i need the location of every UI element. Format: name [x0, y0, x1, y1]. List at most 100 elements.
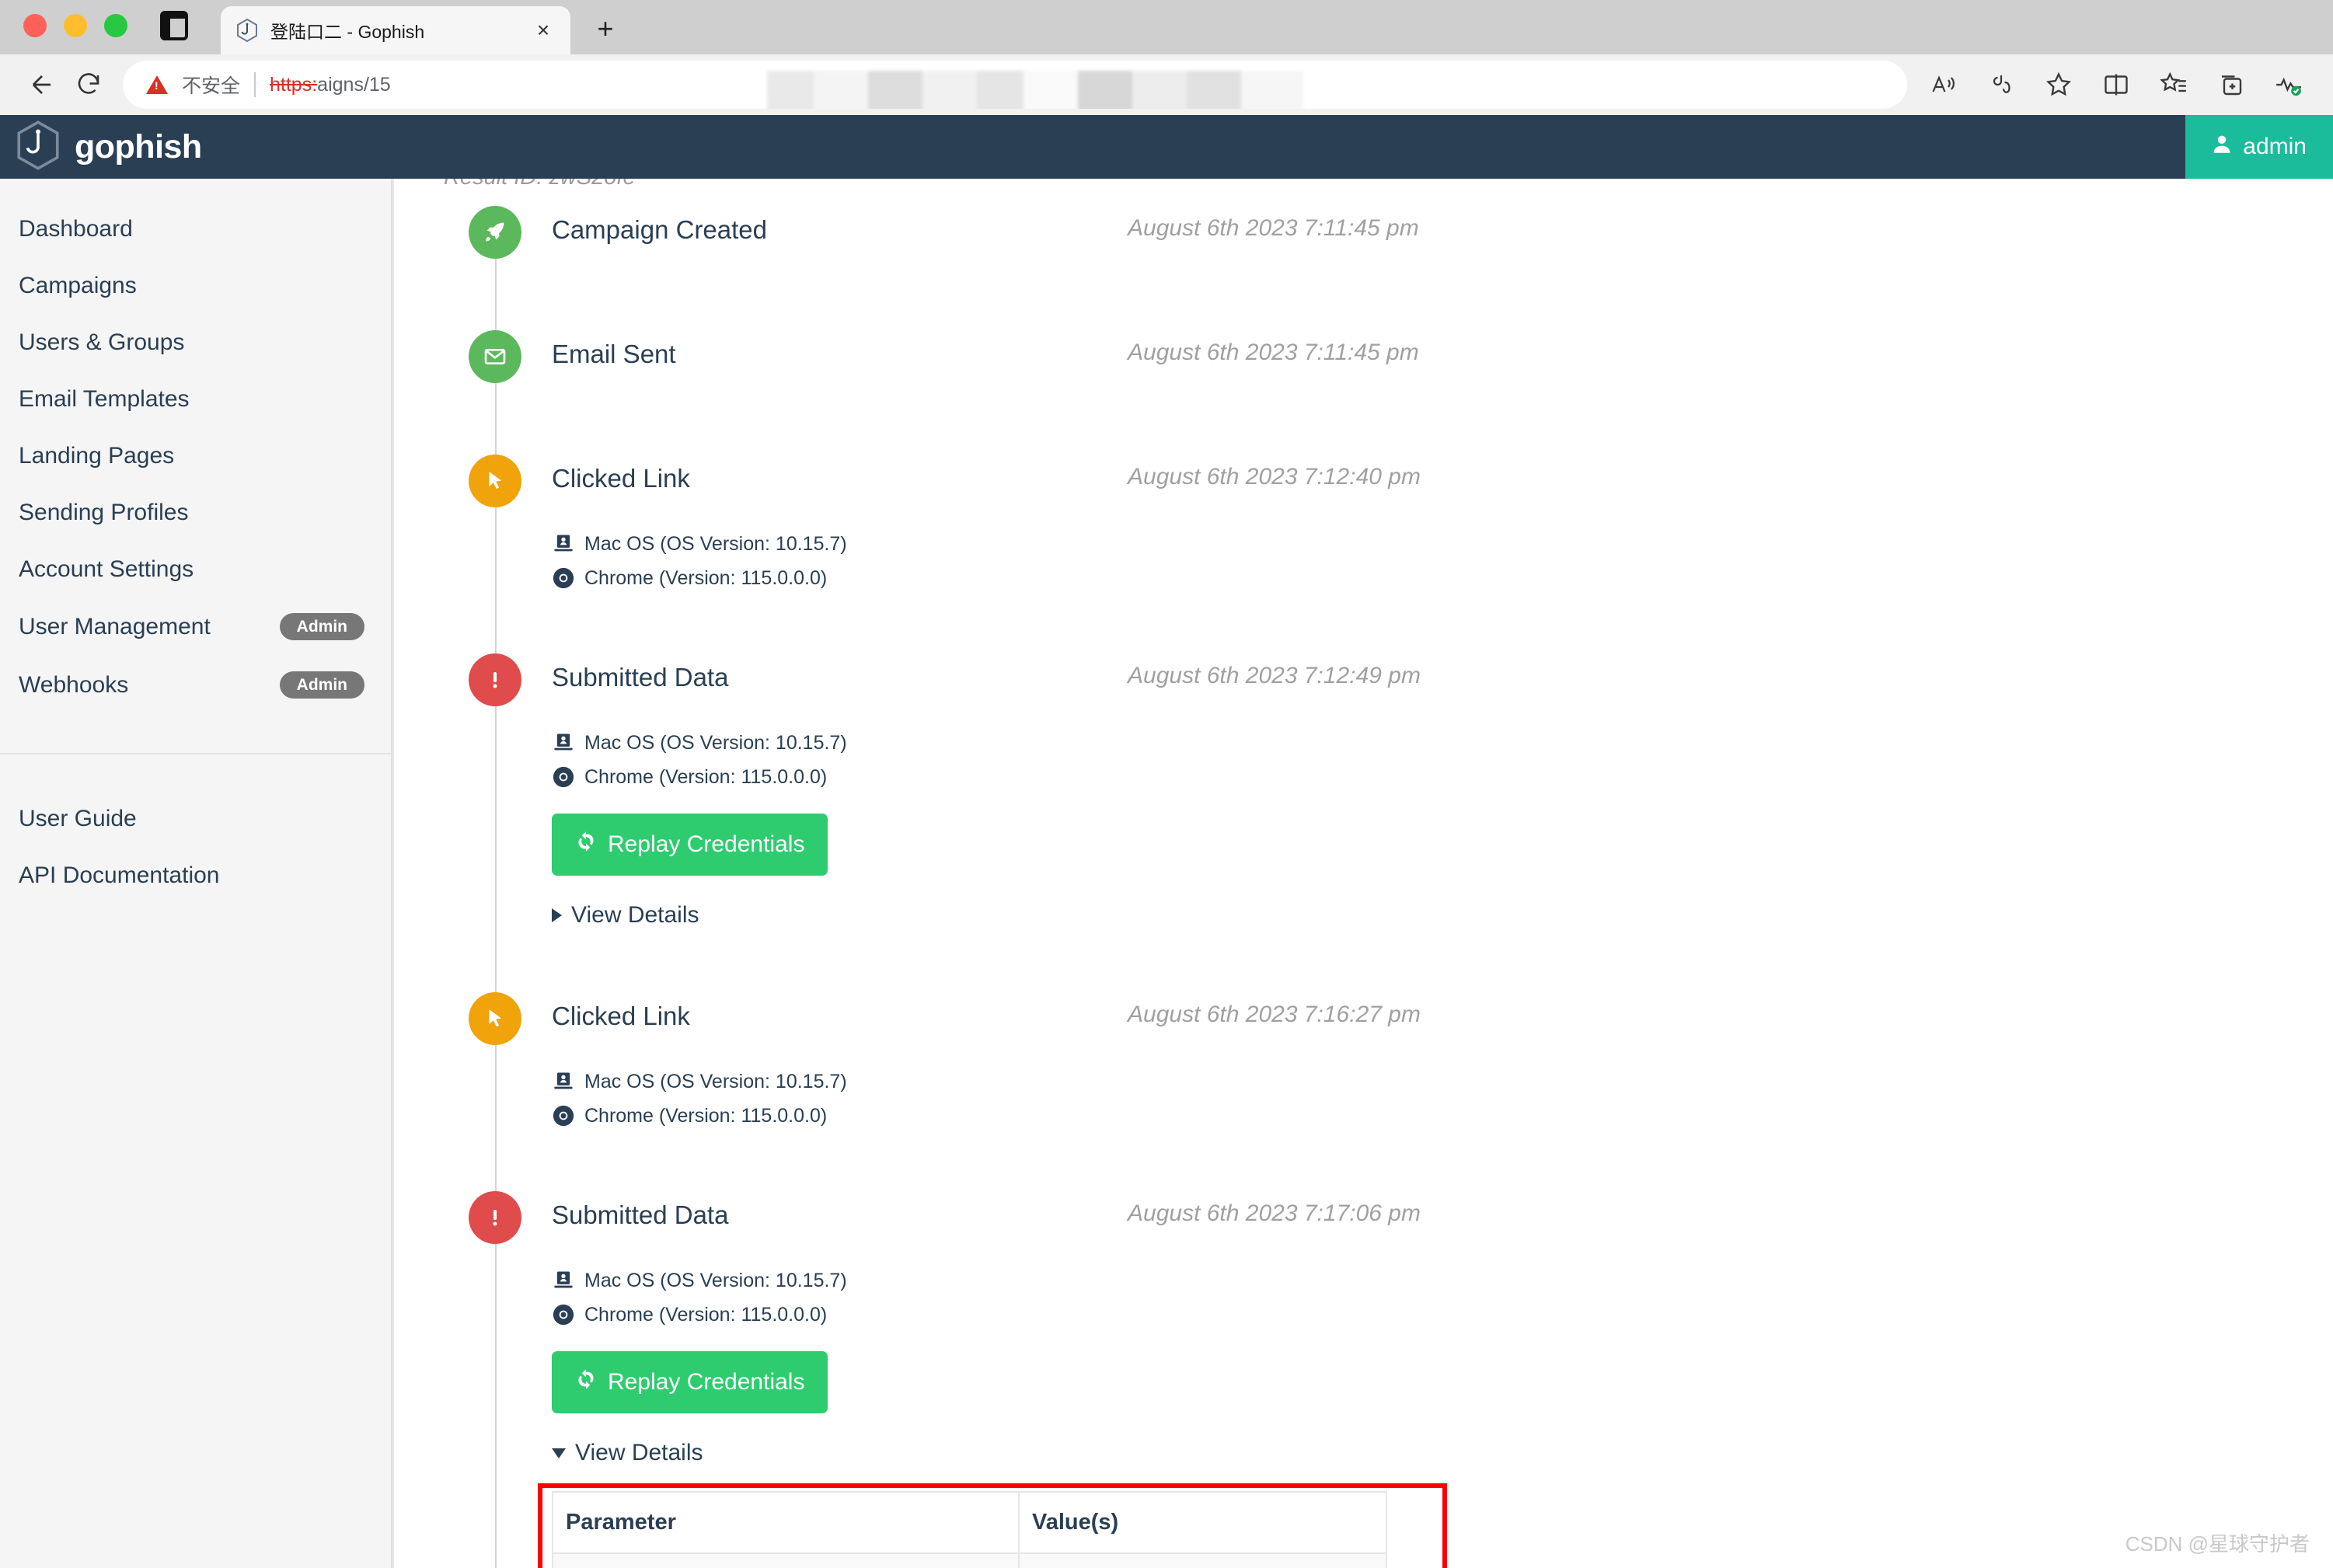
timeline-spacer	[444, 273, 2333, 330]
sidebar-divider	[0, 753, 391, 754]
timeline-event: Submitted Data August 6th 2023 7:12:49 p…	[444, 653, 2333, 992]
status-badge: Admin	[279, 671, 364, 699]
result-timeline: Campaign Created August 6th 2023 7:11:45…	[444, 206, 2333, 1568]
browser-detail: Chrome (Version: 115.0.0.0)	[552, 566, 2333, 590]
toolbar-icons	[1918, 61, 2314, 108]
submitted-parameters-table: Parameter Value(s) password 1234567	[552, 1491, 1387, 1568]
main-content: Result ID: zwS2ofe	[392, 179, 2333, 1568]
sidebar-item-label: User Management	[19, 614, 211, 639]
sidebar-item-user-management[interactable]: User Management Admin	[0, 598, 391, 656]
read-aloud-icon[interactable]	[1918, 61, 1969, 108]
browser-tab[interactable]: 登陆口二 - Gophish ×	[221, 6, 570, 54]
timeline-event: Campaign Created August 6th 2023 7:11:45…	[444, 206, 2333, 330]
timeline-event-time: August 6th 2023 7:11:45 pm	[1128, 215, 1419, 241]
minimize-window-button[interactable]	[64, 14, 87, 37]
collections-icon[interactable]	[2148, 61, 2199, 108]
url-scheme: https:	[270, 73, 318, 96]
timeline-event-details: Mac OS (OS Version: 10.15.7) Chrome (Ver…	[552, 731, 2333, 935]
sidebar-item-label: Webhooks	[19, 672, 129, 698]
sidebar-item-label: Users & Groups	[19, 329, 185, 355]
replay-credentials-button[interactable]: Replay Credentials	[552, 814, 828, 876]
url-text: https:aigns/15	[270, 70, 1304, 109]
replay-credentials-button[interactable]: Replay Credentials	[552, 1351, 828, 1413]
timeline-event-title: Clicked Link	[552, 464, 690, 493]
timeline-event-title: Campaign Created	[552, 215, 767, 244]
sidebar-item-label: Campaigns	[19, 273, 137, 298]
timeline-event-time: August 6th 2023 7:11:45 pm	[1128, 340, 1419, 365]
gophish-favicon-icon	[235, 17, 260, 44]
split-pane-icon[interactable]	[160, 11, 188, 40]
sidebar-item-user-guide[interactable]: User Guide	[0, 790, 391, 847]
sidebar-item-campaigns[interactable]: Campaigns	[0, 257, 391, 314]
app-body: Dashboard Campaigns Users & Groups Email…	[0, 179, 2333, 1568]
maximize-window-button[interactable]	[104, 14, 127, 37]
sidebar-item-webhooks[interactable]: Webhooks Admin	[0, 656, 391, 714]
os-detail-label: Mac OS (OS Version: 10.15.7)	[584, 1269, 847, 1291]
reload-button[interactable]	[65, 61, 112, 108]
replay-credentials-label: Replay Credentials	[608, 1369, 805, 1395]
timeline-spacer	[444, 935, 2333, 992]
envelope-icon	[469, 330, 521, 383]
security-status-label: 不安全	[182, 75, 241, 97]
browser-detail-label: Chrome (Version: 115.0.0.0)	[584, 765, 828, 788]
submitted-parameters-panel: Parameter Value(s) password 1234567	[538, 1483, 2333, 1568]
favorite-star-icon[interactable]	[2033, 61, 2084, 108]
laptop-icon	[552, 532, 575, 556]
close-window-button[interactable]	[23, 14, 47, 37]
chevron-right-icon	[552, 908, 562, 922]
timeline-event-time: August 6th 2023 7:12:49 pm	[1128, 663, 1421, 688]
add-tab-group-icon[interactable]	[2206, 61, 2257, 108]
user-icon	[2212, 133, 2232, 161]
timeline-event-header: Email Sent August 6th 2023 7:11:45 pm	[444, 330, 2333, 397]
sidebar-item-label: Account Settings	[19, 556, 194, 582]
url-tail: aigns/15	[317, 73, 391, 96]
sidebar-item-label: Landing Pages	[19, 443, 175, 469]
exclamation-icon	[469, 1191, 521, 1244]
window-controls	[0, 14, 127, 54]
timeline-event-time: August 6th 2023 7:16:27 pm	[1128, 1002, 1421, 1027]
browser-detail-label: Chrome (Version: 115.0.0.0)	[584, 566, 828, 589]
timeline-event-header: Campaign Created August 6th 2023 7:11:45…	[444, 206, 2333, 273]
translate-icon[interactable]	[1976, 61, 2027, 108]
view-details-label: View Details	[571, 902, 699, 928]
laptop-icon	[552, 1070, 575, 1093]
table-row: password 1234567	[552, 1552, 1387, 1568]
param-name-cell: password	[552, 1552, 1020, 1568]
browser-essentials-icon[interactable]	[2263, 61, 2314, 108]
timeline-event-details: Mac OS (OS Version: 10.15.7) Chrome (Ver…	[552, 1269, 2333, 1472]
browser-detail: Chrome (Version: 115.0.0.0)	[552, 1104, 2333, 1127]
timeline-event-title: Submitted Data	[552, 663, 729, 692]
sidebar-item-account-settings[interactable]: Account Settings	[0, 541, 391, 598]
back-button[interactable]	[19, 61, 65, 108]
not-secure-warning-icon	[146, 75, 168, 94]
exclamation-icon	[469, 653, 521, 706]
sidebar-item-dashboard[interactable]: Dashboard	[0, 200, 391, 257]
sidebar-item-email-templates[interactable]: Email Templates	[0, 371, 391, 427]
app-brand[interactable]: gophish	[0, 120, 202, 175]
app-header: gophish admin	[0, 115, 2333, 179]
result-id-label: Result ID: zwS2ofe	[444, 179, 2333, 190]
address-bar[interactable]: 不安全 https:aigns/15	[123, 61, 1907, 109]
chrome-icon	[552, 1104, 575, 1127]
sidebar-item-label: API Documentation	[19, 862, 220, 888]
tab-title: 登陆口二 - Gophish	[270, 22, 425, 42]
sidebar-item-sending-profiles[interactable]: Sending Profiles	[0, 484, 391, 541]
new-tab-button[interactable]: +	[588, 12, 623, 45]
split-screen-icon[interactable]	[2091, 61, 2142, 108]
timeline-spacer	[444, 397, 2333, 455]
browser-detail-label: Chrome (Version: 115.0.0.0)	[584, 1104, 828, 1127]
close-tab-button[interactable]: ×	[530, 19, 556, 41]
os-detail-label: Mac OS (OS Version: 10.15.7)	[584, 731, 847, 754]
column-header-values: Value(s)	[1018, 1491, 1387, 1554]
os-detail: Mac OS (OS Version: 10.15.7)	[552, 731, 2333, 754]
sidebar-item-users-groups[interactable]: Users & Groups	[0, 314, 391, 371]
view-details-toggle[interactable]: View Details	[552, 902, 2333, 929]
sidebar-item-landing-pages[interactable]: Landing Pages	[0, 427, 391, 484]
timeline-event: Submitted Data August 6th 2023 7:17:06 p…	[444, 1191, 2333, 1568]
sidebar-item-api-documentation[interactable]: API Documentation	[0, 847, 391, 904]
chevron-down-icon	[552, 1448, 566, 1458]
omnibox-divider	[254, 72, 256, 97]
view-details-toggle[interactable]: View Details	[552, 1440, 2333, 1466]
user-menu-button[interactable]: admin	[2185, 115, 2333, 179]
gophish-hex-hook-icon	[14, 120, 62, 175]
